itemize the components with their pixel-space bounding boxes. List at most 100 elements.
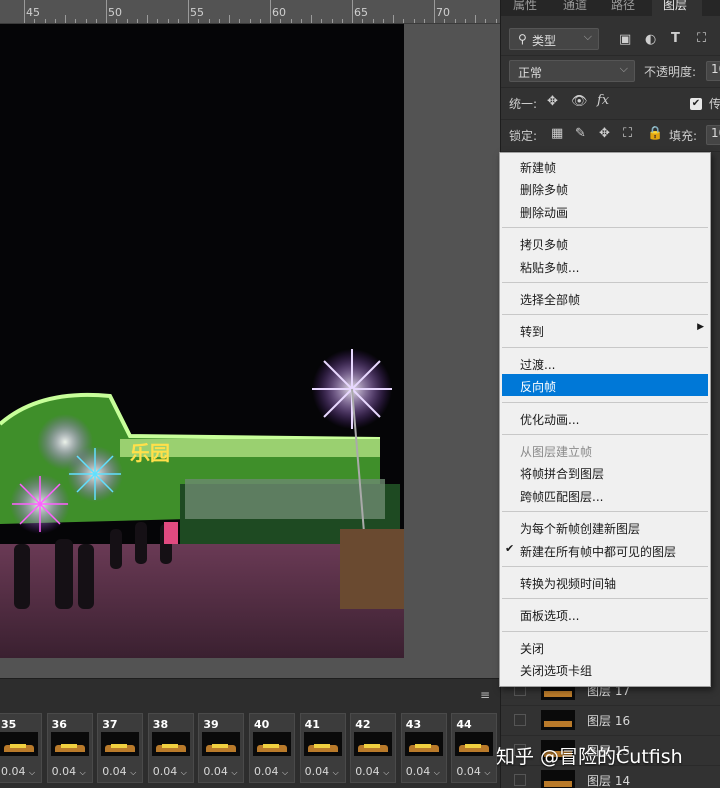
layer-visibility-toggle[interactable] [514, 714, 526, 726]
menu-item[interactable]: 转到 ▶ [502, 319, 708, 341]
frame-thumbnail [101, 732, 140, 756]
chevron-down-icon: ⌵ [332, 768, 339, 777]
timeline-frame[interactable]: 44 0.04 ⌵ [451, 713, 498, 783]
menu-item[interactable]: 关闭 [502, 636, 708, 658]
ruler-tick [352, 0, 353, 23]
frame-delay-dropdown[interactable]: 0.04 ⌵ [153, 765, 187, 778]
pixel-layer-filter-icon[interactable]: ▣ [619, 33, 631, 47]
panel-tabs: 属性 通道 路径 图层 [501, 0, 720, 16]
timeline-frame[interactable]: 40 0.04 ⌵ [249, 713, 295, 783]
timeline-frame[interactable]: 41 0.04 ⌵ [299, 713, 346, 783]
frame-delay-dropdown[interactable]: 0.04 ⌵ [102, 765, 136, 778]
menu-item[interactable]: 过渡... [502, 352, 708, 374]
lock-position-icon[interactable]: ✥ [599, 127, 610, 141]
ruler-minor-tick [85, 19, 87, 23]
timeline-frame[interactable]: 35 0.04 ⌵ [0, 713, 42, 783]
timeline-panel-menu-icon[interactable]: ≡ [480, 689, 492, 701]
timeline-frame[interactable]: 43 0.04 ⌵ [400, 713, 447, 783]
canvas-area[interactable]: 乐园 [0, 24, 500, 678]
frame-delay-dropdown[interactable]: 0.04 ⌵ [203, 765, 237, 778]
menu-item[interactable]: 面板选项... [502, 603, 708, 625]
ruler-minor-tick [75, 19, 77, 23]
ruler-minor-tick [362, 19, 364, 23]
adjustment-layer-filter-icon[interactable]: ◐ [645, 33, 656, 47]
frame-number: 39 [203, 718, 219, 731]
chevron-down-icon: ⌵ [619, 62, 628, 75]
frame-delay-dropdown[interactable]: 0.04 ⌵ [456, 765, 490, 778]
menu-item[interactable]: 拷贝多帧 [502, 232, 708, 254]
ruler-minor-tick [372, 19, 374, 23]
menu-item[interactable]: 将帧拼合到图层 [502, 461, 708, 483]
frame-delay-dropdown[interactable]: 0.04 ⌵ [355, 765, 389, 778]
tab-layers[interactable]: 图层 [663, 0, 687, 13]
shape-layer-filter-icon[interactable]: ⛶ [697, 32, 706, 46]
ruler-minor-tick [229, 15, 230, 23]
document-photo[interactable]: 乐园 [0, 24, 404, 658]
menu-item-label: 将帧拼合到图层 [520, 467, 605, 482]
menu-item[interactable]: 选择全部帧 [502, 287, 708, 309]
frame-delay-dropdown[interactable]: 0.04 ⌵ [305, 765, 339, 778]
ruler-tick-label: 65 [354, 6, 368, 19]
ruler-minor-tick [34, 19, 36, 23]
menu-item-label: 新建在所有帧中都可见的图层 [520, 544, 677, 559]
frame-delay-dropdown[interactable]: 0.04 ⌵ [254, 765, 288, 778]
layer-visibility-toggle[interactable] [514, 774, 526, 786]
menu-item-label: 转到 [520, 325, 545, 340]
unify-position-icon[interactable]: ✥ [547, 95, 558, 109]
menu-item[interactable]: 关闭选项卡组 [502, 658, 708, 680]
frame-delay-value: 0.04 [304, 765, 330, 778]
ruler-minor-tick [485, 19, 487, 23]
frame-thumbnail [50, 732, 89, 756]
blend-mode-dropdown[interactable]: 正常 ⌵ [509, 60, 635, 82]
frame-delay-dropdown[interactable]: 0.04 ⌵ [1, 765, 35, 778]
menu-separator [502, 566, 708, 567]
ruler-minor-tick [464, 19, 466, 23]
layer-kind-filter[interactable]: ⚲ 类型 ⌵ [509, 28, 599, 50]
ruler-minor-tick [208, 19, 210, 23]
timeline-frame[interactable]: 39 0.04 ⌵ [198, 713, 245, 783]
menu-item[interactable]: 删除多帧 [502, 177, 708, 199]
timeline-frame[interactable]: 42 0.04 ⌵ [350, 713, 397, 783]
menu-item[interactable]: 删除动画 [502, 200, 708, 222]
ruler-minor-tick [95, 19, 97, 23]
menu-item[interactable]: 新建帧 [502, 155, 708, 177]
menu-item[interactable]: 转换为视频时间轴 [502, 571, 708, 593]
lock-transparent-icon[interactable]: ▦ [551, 127, 563, 141]
menu-item[interactable]: ✔ 新建在所有帧中都可见的图层 [502, 539, 708, 561]
chevron-down-icon: ⌵ [282, 768, 289, 777]
opacity-input[interactable]: 10 [706, 61, 720, 81]
timeline-frame[interactable]: 38 0.04 ⌵ [147, 713, 194, 783]
fill-input[interactable]: 10 [706, 125, 720, 145]
ruler-minor-tick [44, 19, 46, 23]
timeline-context-menu: 新建帧 删除多帧 删除动画拷贝多帧粘贴多帧... 选择全部帧转到 ▶ 过渡... 反向帧优化… [499, 152, 711, 687]
menu-item-label: 拷贝多帧 [520, 238, 569, 253]
menu-item[interactable]: 粘贴多帧... [502, 255, 708, 277]
type-layer-filter-icon[interactable]: T [671, 32, 680, 46]
ruler-minor-tick [218, 19, 220, 23]
lock-paint-icon[interactable]: ✎ [575, 127, 586, 141]
tab-channels[interactable]: 通道 [563, 0, 587, 13]
frame-thumbnail [151, 732, 190, 756]
frame-delay-dropdown[interactable]: 0.04 ⌵ [52, 765, 86, 778]
timeline-frame[interactable]: 36 0.04 ⌵ [46, 713, 93, 783]
menu-item[interactable]: 优化动画... [502, 407, 708, 429]
ruler-tick [106, 0, 107, 23]
ruler-minor-tick [341, 19, 343, 23]
timeline-frame[interactable]: 37 0.04 ⌵ [97, 713, 144, 783]
layer-row[interactable]: 图层 16 [501, 704, 720, 736]
unify-visibility-icon[interactable]: 👁 [571, 95, 588, 109]
menu-item-label: 优化动画... [520, 412, 580, 427]
unify-style-icon[interactable]: fx [597, 94, 609, 108]
menu-item[interactable]: 跨帧匹配图层... [502, 484, 708, 506]
lock-all-icon[interactable]: 🔒 [647, 127, 663, 141]
frame-delay-dropdown[interactable]: 0.04 ⌵ [406, 765, 440, 778]
layer-name: 图层 16 [587, 714, 631, 728]
lock-artboard-icon[interactable]: ⛶ [623, 127, 632, 141]
menu-item[interactable]: 为每个新帧创建新图层 [502, 516, 708, 538]
propagate-frame-checkbox[interactable]: ✔ [690, 98, 702, 110]
menu-item[interactable]: 反向帧 [502, 374, 708, 397]
tab-paths[interactable]: 路径 [611, 0, 635, 13]
tab-properties[interactable]: 属性 [513, 0, 537, 13]
park-sign-text: 乐园 [130, 441, 170, 465]
ruler-minor-tick [177, 19, 179, 23]
